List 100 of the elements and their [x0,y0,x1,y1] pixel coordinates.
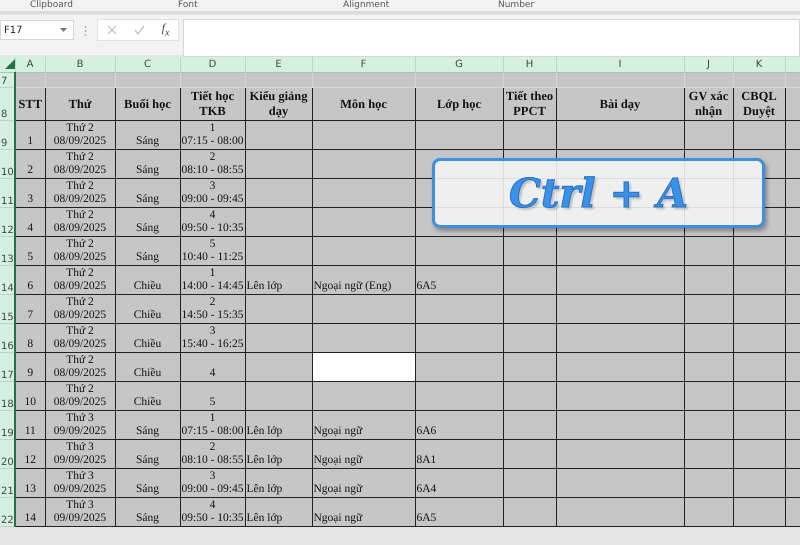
table-cell: Sáng [136,483,159,495]
table-cell: 08/09/2025 [54,135,106,148]
row-header[interactable]: 7 [0,72,15,88]
table-cell: Thứ 2 [66,296,94,309]
column-title: GV xác nhận [688,89,728,118]
table-cell: 4 [27,222,34,234]
row-header[interactable]: 19 [0,410,15,440]
table-cell: Chiều [134,280,162,292]
table-cell: Thứ 3 [66,499,94,512]
table-cell: Lên lớp [246,512,282,524]
table-cell: 2 [210,151,216,164]
table-cell: 09/09/2025 [54,483,106,496]
row-header[interactable]: 13 [0,236,15,266]
table-cell: 14:00 - 14:45 [182,280,244,293]
row-header[interactable]: 11 [0,178,15,208]
column-header[interactable]: K [733,57,785,72]
row-header[interactable]: 16 [0,324,15,352]
column-header[interactable]: G [415,57,503,72]
column-header[interactable]: J [684,57,733,72]
table-cell: Thứ 2 [66,267,94,280]
row-header[interactable]: 18 [0,382,15,410]
table-cell: 1 [210,122,216,135]
column-header[interactable]: C [115,57,180,72]
column-title: Thứ [68,96,92,110]
column-header[interactable]: D [180,57,245,72]
table-cell: 6A5 [416,280,436,292]
table-cell: 08/09/2025 [54,309,106,322]
column-title: Tiết theo PPCT [506,89,554,118]
table-cell: 4 [210,499,216,512]
row-header[interactable]: 17 [0,352,15,382]
table-cell: 08/09/2025 [54,164,106,177]
table-cell: 2 [210,441,216,454]
table-cell: 5 [27,251,34,263]
row-header[interactable]: 21 [0,468,15,498]
table-cell: Lên lớp [246,425,282,437]
column-title: Kiểu giảng dạy [250,89,308,118]
table-cell: 5 [210,238,216,251]
column-header[interactable]: I [556,57,684,72]
column-header[interactable]: A [15,57,45,72]
table-cell: 13 [24,483,36,495]
table-cell: Lên lớp [246,280,282,292]
table-cell: Sáng [136,164,159,176]
table-cell: 1 [210,412,216,425]
ribbon-group-label: Alignment [343,0,390,11]
insert-function-button[interactable]: f$_{x}$ [162,21,170,39]
table-cell: 8A1 [416,454,436,466]
table-cell: 5 [210,396,216,409]
row-header[interactable]: 20 [0,440,15,468]
column-title: STT [18,96,42,110]
table-cell: 08/09/2025 [54,396,106,409]
table-cell: 10 [24,396,36,408]
table-cell: Ngoại ngữ [314,425,362,437]
column-header[interactable]: F [312,57,415,72]
table-cell: Sáng [136,222,159,234]
table-cell: Thứ 3 [66,441,94,454]
table-cell: Thứ 2 [66,325,94,338]
table-cell: 09/09/2025 [54,454,106,467]
name-box[interactable]: F17 [0,20,74,40]
check-icon[interactable] [134,25,145,35]
column-title: Buổi học [124,96,171,110]
row-header[interactable]: 9 [0,120,15,150]
table-cell: Thứ 3 [66,470,94,483]
active-cell[interactable] [312,352,415,382]
table-cell: 9 [27,367,34,379]
ribbon-group-label: Clipboard [30,0,73,11]
table-cell: Chiều [134,396,162,408]
table-cell: 10:40 - 11:25 [182,251,244,264]
table-cell: 09:50 - 10:35 [182,222,244,235]
table-cell: 15:40 - 16:25 [182,338,244,351]
column-title: Môn học [340,96,387,110]
grip-icon [84,25,87,37]
table-cell: 11 [24,425,36,437]
column-header[interactable]: H [503,57,556,72]
row-header[interactable]: 22 [0,498,15,526]
table-cell: Ngoại ngữ [314,483,362,495]
formula-input[interactable] [183,19,800,57]
table-cell: Sáng [136,135,159,147]
column-header[interactable]: B [45,57,115,72]
table-cell: Ngoại ngữ (Eng) [314,280,392,292]
row-header[interactable]: 10 [0,150,15,178]
table-cell: Thứ 3 [66,412,94,425]
table-cell: 7 [27,309,34,321]
row-header[interactable]: 14 [0,266,15,294]
table-cell: 6A6 [416,425,436,437]
table-cell: 8 [27,338,34,350]
dropdown-icon[interactable] [60,28,67,32]
table-cell: Ngoại ngữ [314,512,362,524]
column-title: CBQL Duyệt [741,89,777,118]
table-cell: 08/09/2025 [54,222,106,235]
shortcut-callout: Ctrl + A [432,158,765,228]
row-header[interactable]: 12 [0,208,15,236]
table-cell: 3 [210,325,216,338]
row-header[interactable]: 8 [0,88,15,120]
table-cell: 08/09/2025 [54,338,106,351]
column-header[interactable]: E [245,57,312,72]
table-cell: 6A4 [416,483,436,495]
row-header[interactable]: 15 [0,294,15,324]
table-cell: Chiều [134,367,162,379]
table-cell: 09:00 - 09:45 [182,193,244,206]
table-cell: Thứ 2 [66,180,94,193]
